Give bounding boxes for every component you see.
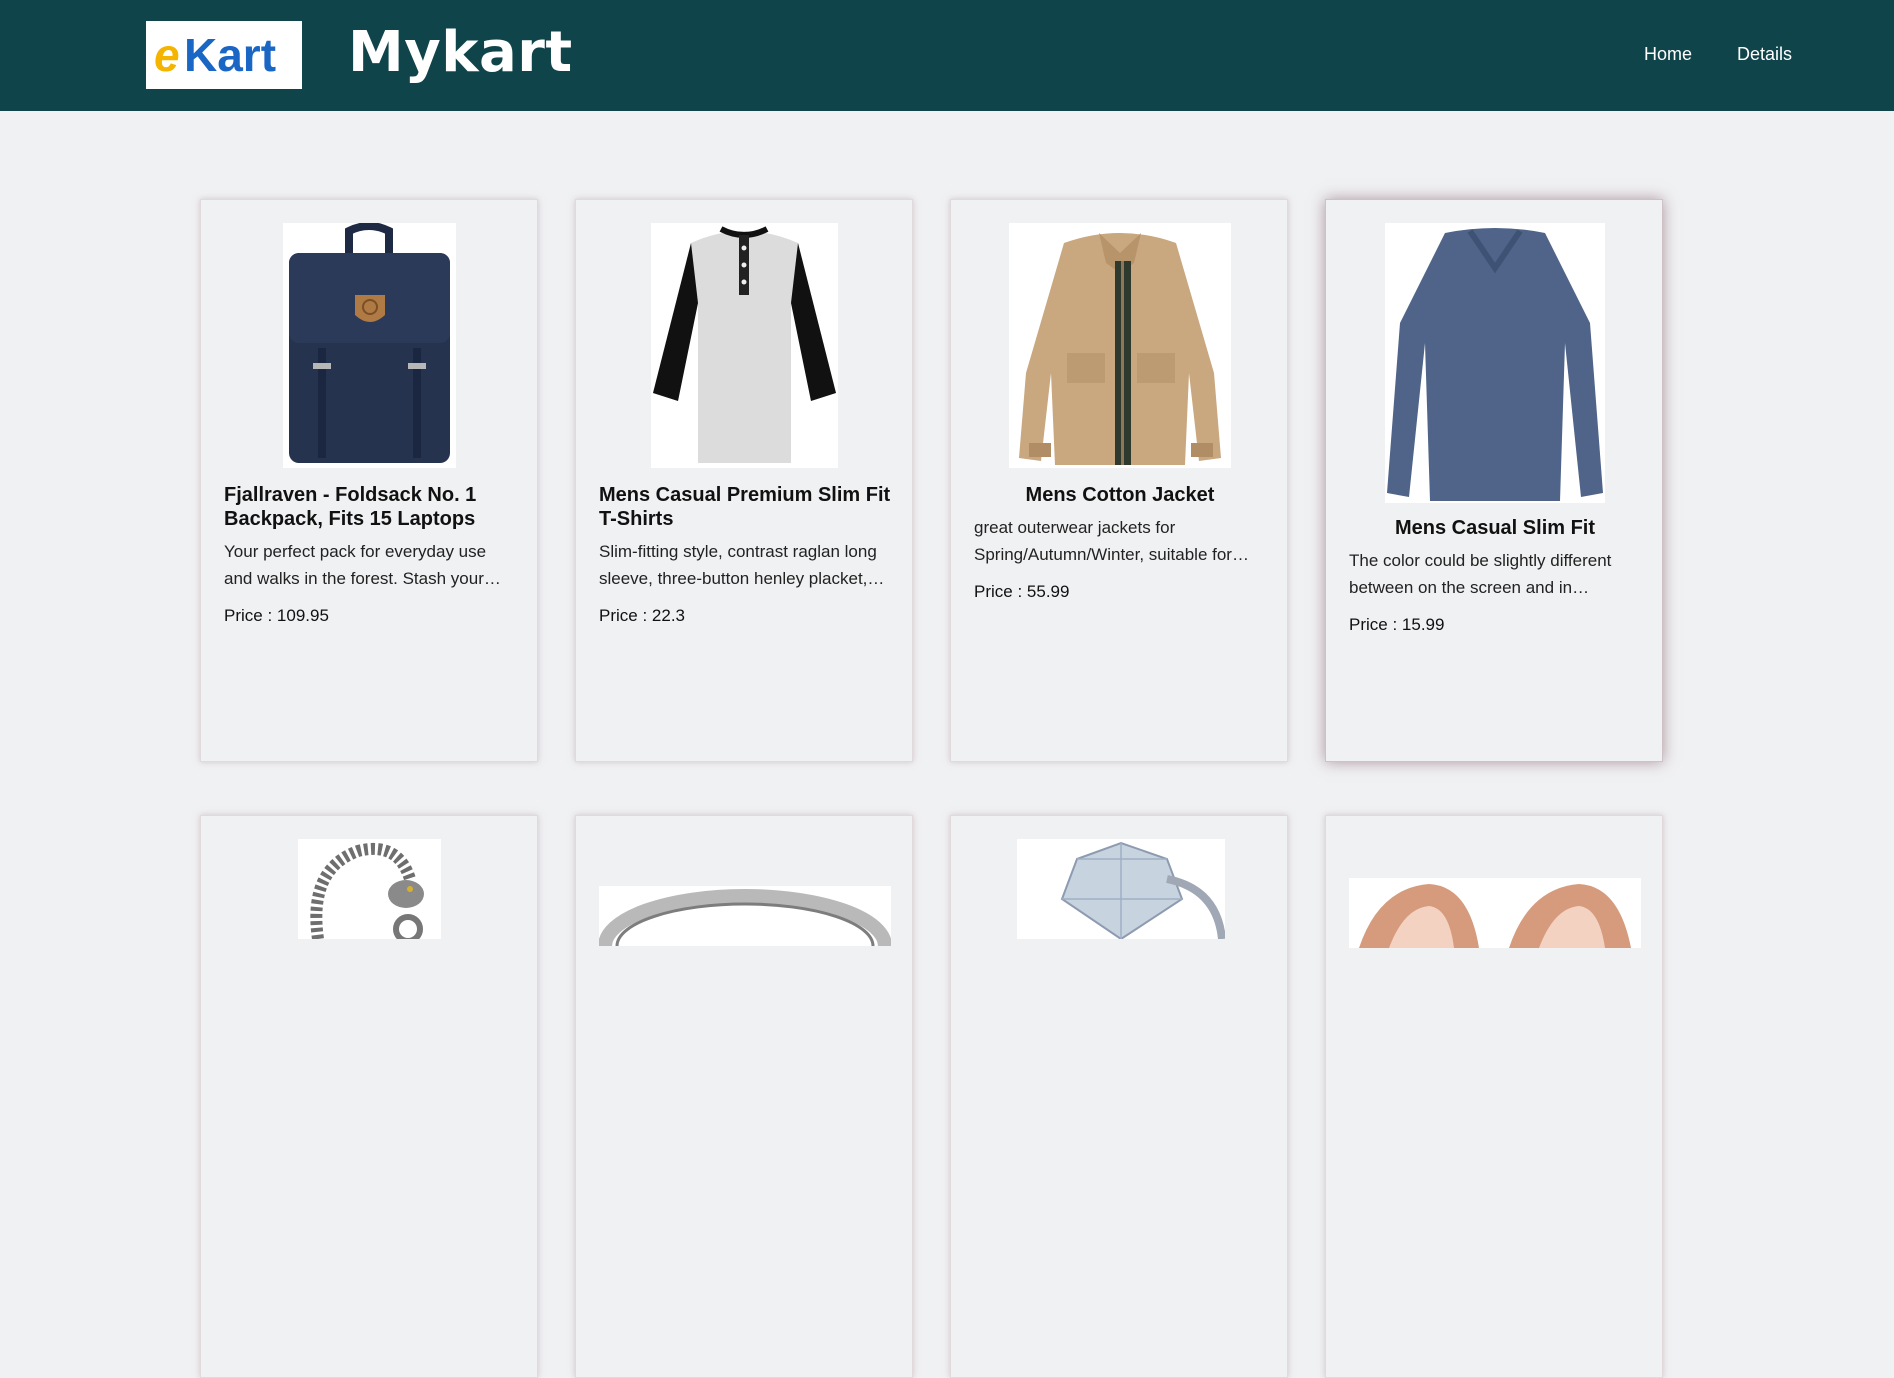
product-card[interactable]: Mens Cotton Jacket great outerwear jacke… xyxy=(950,199,1288,762)
price-value: 55.99 xyxy=(1026,582,1070,601)
price-label: Price : xyxy=(1349,615,1402,634)
product-title: Fjallraven - Foldsack No. 1 Backpack, Fi… xyxy=(224,484,477,530)
ekart-logo-icon: e Kart xyxy=(154,29,276,81)
price-value: 109.95 xyxy=(276,606,329,625)
product-description: The color could be slightly different be… xyxy=(1349,551,1612,597)
product-price: Price : 55.99 xyxy=(974,582,1069,602)
product-description: Slim-fitting style, contrast raglan long… xyxy=(599,542,877,588)
svg-text:Kart: Kart xyxy=(184,29,276,81)
product-title: Mens Casual Premium Slim Fit T-Shirts xyxy=(599,484,891,530)
product-price: Price : 109.95 xyxy=(224,606,329,626)
nav-home-link[interactable]: Home xyxy=(1644,44,1692,65)
product-card[interactable] xyxy=(1325,815,1663,1378)
product-card[interactable] xyxy=(575,815,913,1378)
silver-ring-image xyxy=(599,886,891,946)
diamond-ring-image xyxy=(1017,839,1225,939)
svg-text:e: e xyxy=(154,29,180,81)
product-price: Price : 15.99 xyxy=(1349,615,1444,635)
top-navbar: e Kart Mykart Home Details xyxy=(0,0,1894,111)
product-card[interactable] xyxy=(950,815,1288,1378)
brand-title: Mykart xyxy=(348,20,573,85)
product-card[interactable]: Mens Casual Slim Fit The color could be … xyxy=(1325,199,1663,762)
product-description: Your perfect pack for everyday use and w… xyxy=(224,542,487,588)
longsleeve-shirt-image xyxy=(1385,223,1605,503)
product-card[interactable]: Fjallraven - Foldsack No. 1 Backpack, Fi… xyxy=(200,199,538,762)
cotton-jacket-image xyxy=(1009,223,1231,468)
product-card[interactable] xyxy=(200,815,538,1378)
ekart-logo[interactable]: e Kart xyxy=(146,21,302,89)
backpack-image xyxy=(283,223,456,468)
nav-details-link[interactable]: Details xyxy=(1737,44,1792,65)
price-value: 22.3 xyxy=(651,606,685,625)
price-label: Price : xyxy=(974,582,1027,601)
raglan-tshirt-image xyxy=(651,223,838,468)
price-value: 15.99 xyxy=(1401,615,1445,634)
dragon-bracelet-image xyxy=(298,839,441,939)
price-label: Price : xyxy=(224,606,277,625)
rose-gold-earrings-image xyxy=(1349,878,1641,948)
product-price: Price : 22.3 xyxy=(599,606,685,626)
price-label: Price : xyxy=(599,606,652,625)
product-title: Mens Cotton Jacket xyxy=(1025,484,1215,506)
product-card[interactable]: Mens Casual Premium Slim Fit T-Shirts Sl… xyxy=(575,199,913,762)
product-description: great outerwear jackets for Spring/Autum… xyxy=(974,518,1232,564)
product-title: Mens Casual Slim Fit xyxy=(1394,517,1596,539)
